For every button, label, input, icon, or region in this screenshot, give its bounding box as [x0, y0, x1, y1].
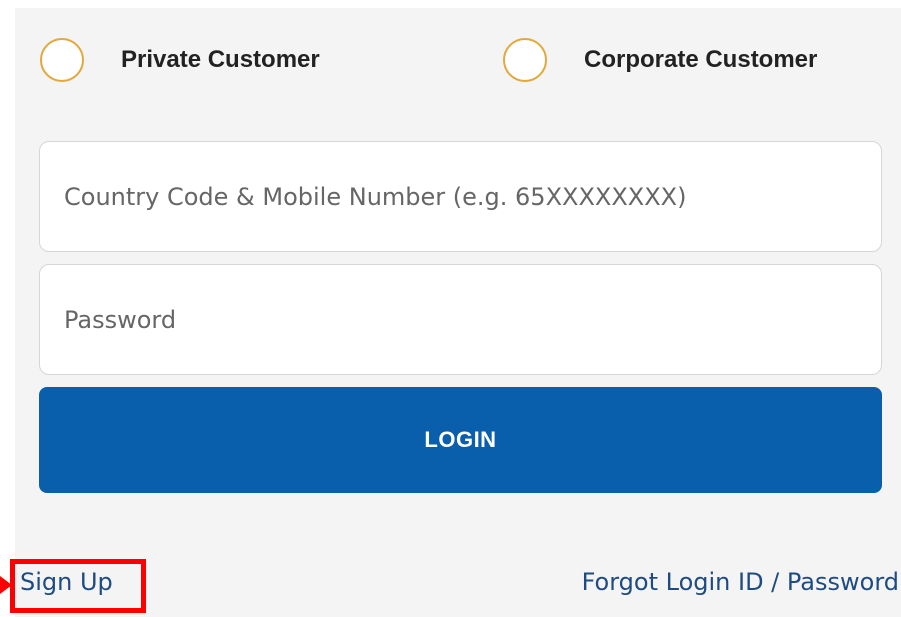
- radio-private-label[interactable]: Private Customer: [121, 46, 320, 74]
- mobile-number-input[interactable]: [39, 141, 882, 252]
- radio-corporate-circle[interactable]: [503, 38, 547, 82]
- login-button[interactable]: LOGIN: [39, 387, 882, 493]
- sign-up-link[interactable]: Sign Up: [20, 568, 113, 596]
- radio-private-circle[interactable]: [40, 38, 84, 82]
- password-input[interactable]: [39, 264, 882, 375]
- forgot-login-link[interactable]: Forgot Login ID / Password: [582, 568, 899, 596]
- highlight-arrow-icon: [0, 576, 12, 594]
- radio-corporate-customer[interactable]: Corporate Customer: [503, 38, 817, 82]
- radio-private-customer[interactable]: Private Customer: [40, 38, 320, 82]
- radio-corporate-label[interactable]: Corporate Customer: [584, 46, 817, 74]
